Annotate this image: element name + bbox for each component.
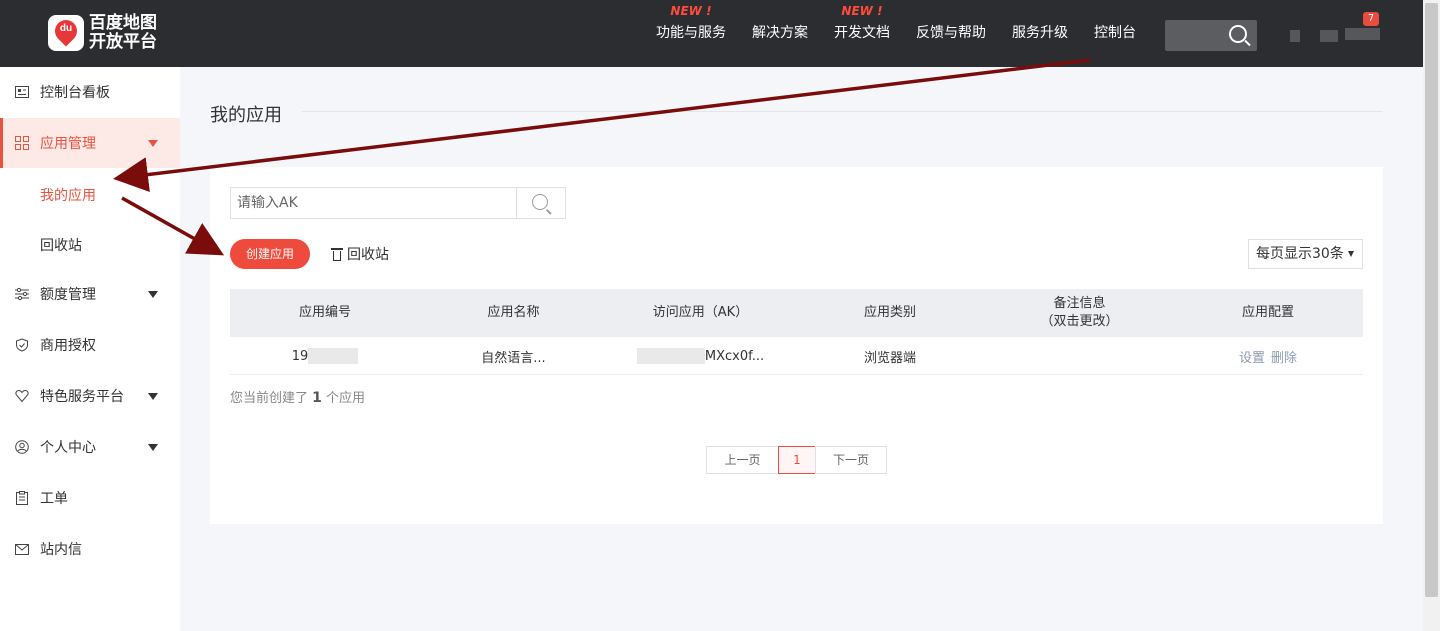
- sidebar-item-quota-management[interactable]: 额度管理: [0, 272, 180, 316]
- app-count-summary: 您当前创建了 1 个应用: [230, 390, 366, 406]
- sidebar-item-special-services[interactable]: 特色服务平台: [0, 374, 180, 418]
- sliders-icon: [14, 286, 30, 302]
- sidebar-item-dashboard[interactable]: 控制台看板: [0, 70, 180, 114]
- chevron-down-icon: [148, 392, 158, 400]
- nav-functions-services[interactable]: NEW ! 功能与服务: [656, 0, 726, 67]
- sidebar-item-app-management[interactable]: 应用管理: [0, 118, 180, 168]
- redacted-mask: [308, 348, 359, 364]
- main-nav: NEW ! 功能与服务 解决方案 NEW ! 开发文档 反馈与帮助 服务升级 控…: [656, 0, 1162, 67]
- cell-config: 设置 删除: [1173, 337, 1363, 375]
- page-title: 我的应用: [210, 105, 282, 126]
- chevron-down-icon: [148, 139, 158, 147]
- cell-app-name: 自然语言...: [481, 350, 546, 366]
- sidebar-subitem-recycle-bin[interactable]: 回收站: [40, 235, 82, 255]
- shield-icon: [14, 337, 30, 353]
- col-app-config: 应用配置: [1241, 305, 1294, 320]
- search-icon[interactable]: [1229, 25, 1247, 43]
- sidebar-item-commercial-auth[interactable]: 商用授权: [0, 323, 180, 367]
- chevron-down-icon: [148, 443, 158, 451]
- sidebar-item-work-order[interactable]: 工单: [0, 476, 180, 520]
- prev-page-button[interactable]: 上一页: [706, 446, 779, 474]
- search-icon: [532, 194, 548, 210]
- col-app-category: 应用类别: [863, 305, 916, 320]
- scrollbar[interactable]: [1423, 0, 1440, 631]
- col-app-name: 应用名称: [487, 305, 540, 320]
- redacted-mask: [636, 348, 705, 364]
- grid-icon: [14, 135, 30, 151]
- nav-dev-docs[interactable]: NEW ! 开发文档: [834, 0, 890, 67]
- delete-link[interactable]: 删除: [1271, 347, 1297, 366]
- header-search[interactable]: [1165, 20, 1257, 51]
- dashboard-icon: [14, 84, 30, 100]
- new-badge: NEW !: [670, 4, 712, 18]
- clipboard-icon: [14, 490, 30, 506]
- cell-category: 浏览器端: [863, 350, 916, 366]
- settings-link[interactable]: 设置: [1239, 347, 1265, 366]
- scrollbar-thumb[interactable]: [1425, 3, 1438, 597]
- col-app-id: 应用编号: [298, 305, 351, 320]
- nav-console[interactable]: 控制台: [1094, 0, 1136, 67]
- create-app-button[interactable]: 创建应用: [230, 239, 310, 269]
- top-navbar: du 百度地图开放平台 NEW ! 功能与服务 解决方案 NEW ! 开发文档 …: [0, 0, 1423, 67]
- new-badge: NEW !: [841, 4, 883, 18]
- table-row: 19 自然语言... MXcx0f... 浏览器端 设置 删除: [230, 337, 1363, 375]
- title-divider: [302, 111, 1383, 112]
- col-access-ak: 访问应用（AK）: [652, 305, 749, 320]
- dropdown-arrow-icon: [1348, 251, 1354, 257]
- nav-feedback-help[interactable]: 反馈与帮助: [916, 0, 986, 67]
- app-table-header: 应用编号 应用名称 访问应用（AK） 应用类别 备注信息 （双击更改） 应用配置: [230, 289, 1363, 337]
- col-remark: 备注信息 （双击更改）: [1040, 296, 1119, 329]
- sidebar-item-inbox[interactable]: 站内信: [0, 527, 180, 571]
- sidebar: 控制台看板 应用管理 我的应用 回收站 额度管理 商用授权 特色服务平台 个人中: [0, 67, 180, 631]
- recycle-bin-link[interactable]: 回收站: [331, 244, 389, 264]
- nav-service-upgrade[interactable]: 服务升级: [1012, 0, 1068, 67]
- user-account[interactable]: [1290, 28, 1380, 42]
- ak-search-button[interactable]: [516, 187, 566, 219]
- baidu-map-logo[interactable]: du: [48, 15, 84, 51]
- logo-text[interactable]: 百度地图开放平台: [89, 14, 169, 52]
- page-size-select[interactable]: 每页显示30条: [1248, 239, 1363, 269]
- next-page-button[interactable]: 下一页: [815, 446, 887, 474]
- mail-icon: [14, 541, 30, 557]
- trash-icon: [331, 247, 343, 261]
- cell-remark[interactable]: [986, 337, 1173, 375]
- page-1-button[interactable]: 1: [778, 446, 816, 474]
- user-icon: [14, 439, 30, 455]
- sidebar-item-personal-center[interactable]: 个人中心: [0, 425, 180, 469]
- ak-search-input[interactable]: [230, 187, 517, 219]
- heart-icon: [14, 388, 30, 404]
- cell-app-id: 19: [230, 337, 420, 375]
- notification-badge[interactable]: 7: [1363, 12, 1379, 26]
- sidebar-subitem-my-apps[interactable]: 我的应用: [40, 185, 96, 205]
- nav-solutions[interactable]: 解决方案: [752, 0, 808, 67]
- chevron-down-icon: [148, 290, 158, 298]
- cell-ak: MXcx0f...: [607, 337, 794, 375]
